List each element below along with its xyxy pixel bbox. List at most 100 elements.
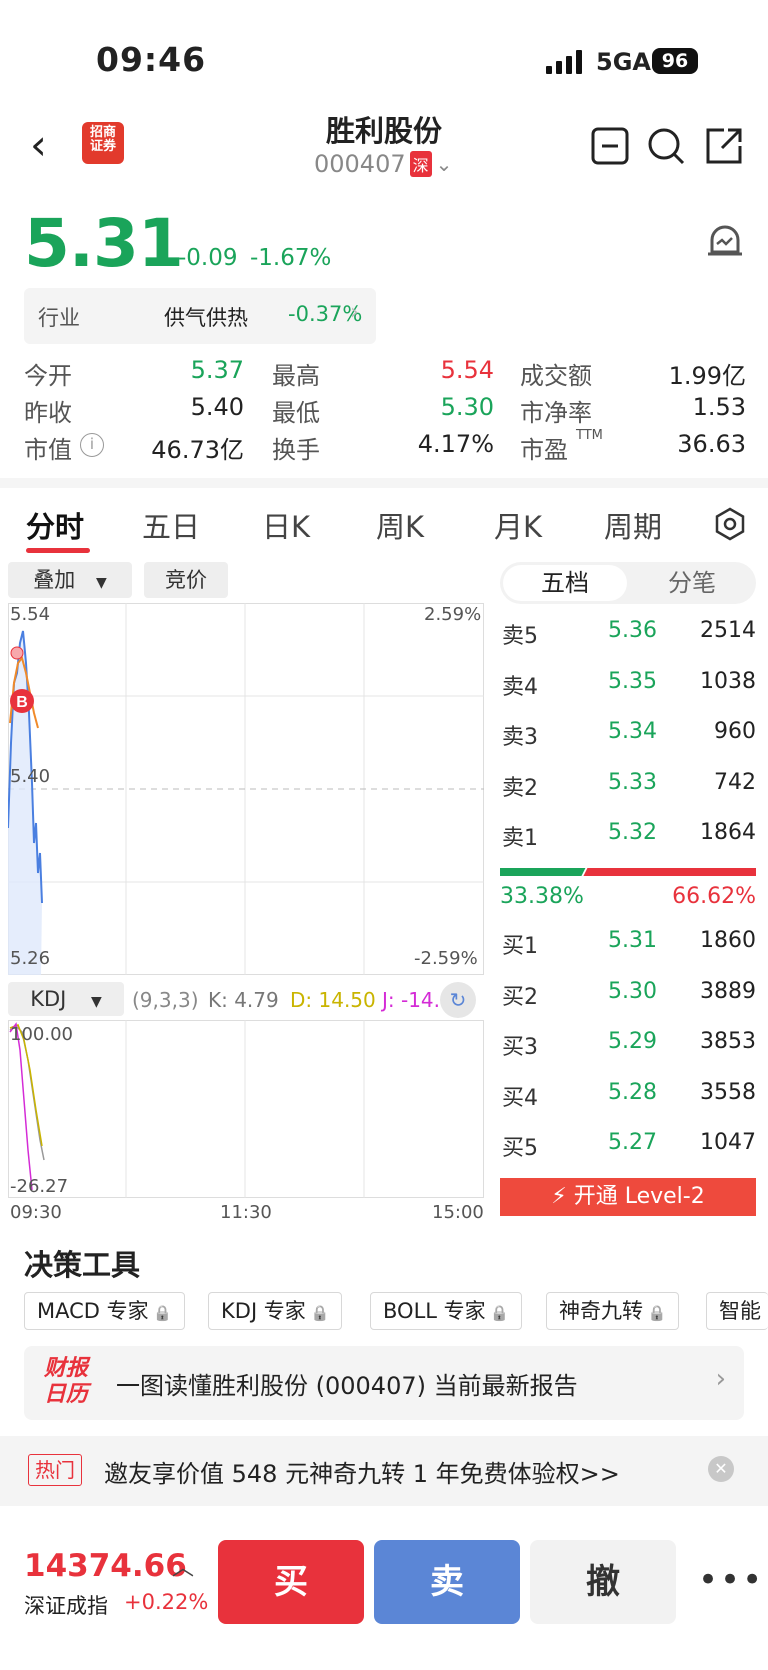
settings-icon[interactable] <box>712 506 748 542</box>
orderbook-row[interactable]: 买5 5.27 1047 <box>500 1130 756 1161</box>
orderbook-price: 5.31 <box>608 928 657 953</box>
tool-label: 神奇九转 <box>559 1299 643 1323</box>
orderbook-price: 5.32 <box>608 820 657 845</box>
orderbook-price: 5.30 <box>608 978 657 1004</box>
kdj-k-value: K: 4.79 <box>208 988 279 1012</box>
kdj-chart[interactable] <box>8 1020 484 1198</box>
orderbook-volume: 742 <box>714 769 756 795</box>
tab-1[interactable]: 五日 <box>142 504 200 546</box>
orderbook-volume: 960 <box>714 719 756 744</box>
promo-banner[interactable]: 热门 邀友享价值 548 元神奇九转 1 年免费体验权>> ✕ <box>0 1436 768 1506</box>
tab-3[interactable]: 周K <box>376 504 424 546</box>
orderbook-level: 买1 <box>502 934 538 959</box>
orderbook-row[interactable]: 卖5 5.36 2514 <box>500 618 756 649</box>
orderbook-toggle: 五档 分笔 <box>500 562 756 604</box>
orderbook-row[interactable]: 买3 5.29 3853 <box>500 1029 756 1060</box>
earnings-report-banner[interactable]: 财报 日历 一图读懂胜利股份 (000407) 当前最新报告 › <box>24 1346 744 1420</box>
orderbook-row[interactable]: 卖3 5.34 960 <box>500 719 756 750</box>
tool-chip[interactable]: BOLL 专家 🔒 <box>370 1292 523 1330</box>
share-icon[interactable] <box>704 126 744 166</box>
lock-icon: 🔒 <box>148 1304 173 1322</box>
tool-label: MACD 专家 <box>37 1299 149 1323</box>
orderbook-price: 5.29 <box>608 1029 657 1054</box>
indicator-label: KDJ <box>30 987 67 1011</box>
alert-bell-icon[interactable] <box>704 222 746 264</box>
tool-chip[interactable]: MACD 专家 🔒 <box>24 1292 186 1330</box>
orderbook-volume: 1864 <box>700 820 756 845</box>
orderbook-level: 卖3 <box>502 725 538 750</box>
tools-title: 决策工具 <box>24 1248 141 1282</box>
tab-0[interactable]: 分时 <box>26 504 84 546</box>
orderbook-volume: 1047 <box>700 1130 756 1155</box>
tab-five-levels[interactable]: 五档 <box>503 565 627 601</box>
intraday-chart[interactable]: B <box>8 603 484 975</box>
chevron-up-icon[interactable]: ︿ <box>172 1550 194 1582</box>
tool-chip[interactable]: 神奇九转 🔒 <box>546 1292 680 1330</box>
quote-value: 36.63 <box>677 430 746 458</box>
quote-label: 换手 <box>272 436 320 464</box>
tab-4[interactable]: 月K <box>494 504 542 546</box>
caret-down-icon: ▼ <box>91 994 102 1010</box>
orderbook-row[interactable]: 卖1 5.32 1864 <box>500 820 756 851</box>
orderbook-price: 5.35 <box>608 668 657 694</box>
tool-chip[interactable]: KDJ 专家 🔒 <box>208 1292 343 1330</box>
orderbook-level: 卖4 <box>502 674 538 700</box>
close-icon[interactable]: ✕ <box>708 1456 734 1482</box>
sell-ratio: 66.62% <box>672 884 756 909</box>
refresh-icon[interactable]: ↻ <box>440 982 476 1018</box>
orderbook-row[interactable]: 卖4 5.35 1038 <box>500 668 756 700</box>
chevron-right-icon: › <box>715 1364 726 1394</box>
caret-down-icon: ▼ <box>95 575 107 591</box>
orderbook-row[interactable]: 买2 5.30 3889 <box>500 978 756 1010</box>
orderbook-row[interactable]: 买1 5.31 1860 <box>500 928 756 959</box>
orderbook-volume: 3889 <box>700 978 756 1004</box>
overlay-dropdown[interactable]: 叠加 ▼ <box>8 562 132 598</box>
kdj-frame <box>8 1020 484 1198</box>
kdj-high-label: 100.00 <box>10 1024 73 1045</box>
battery-icon: 96 <box>652 48 698 74</box>
orderbook-level: 卖1 <box>502 826 538 851</box>
tool-label: 智能 <box>719 1299 761 1323</box>
more-icon[interactable]: ••• <box>698 1560 764 1600</box>
tab-ticks[interactable]: 分笔 <box>630 565 754 601</box>
orderbook-volume: 1860 <box>700 928 756 953</box>
orderbook-row[interactable]: 买4 5.28 3558 <box>500 1080 756 1111</box>
industry-bar[interactable]: 行业 供气供热 -0.37% › <box>24 288 376 344</box>
info-icon[interactable]: i <box>80 433 104 457</box>
report-text: 一图读懂胜利股份 (000407) 当前最新报告 <box>116 1372 578 1400</box>
chevron-down-icon: ⌄ <box>435 152 453 176</box>
x-label-close: 15:00 <box>432 1202 484 1223</box>
orderbook-price: 5.27 <box>608 1130 657 1155</box>
tab-2[interactable]: 日K <box>262 504 310 546</box>
quote-label: 市净率 <box>520 399 592 427</box>
lock-icon: 🔒 <box>485 1304 510 1322</box>
quote-label: 最高 <box>272 362 320 390</box>
quote-label: 成交额 <box>520 362 592 390</box>
index-value[interactable]: 14374.66 <box>24 1548 187 1584</box>
cancel-order-button[interactable]: 撤 <box>530 1540 676 1624</box>
indicator-dropdown[interactable]: KDJ ▼ <box>8 982 124 1016</box>
minimize-icon[interactable] <box>590 126 630 166</box>
tool-label: BOLL 专家 <box>383 1299 486 1323</box>
quote-value: 1.99亿 <box>668 362 746 390</box>
search-icon[interactable] <box>646 126 686 166</box>
index-name: 深证成指 <box>24 1594 108 1618</box>
orderbook-price: 5.33 <box>608 769 657 795</box>
y-low-label: 5.26 <box>10 948 51 969</box>
stock-code-selector[interactable]: 000407 深 ⌄ <box>314 150 452 178</box>
current-price: 5.31 <box>24 205 184 282</box>
trade-marker <box>10 646 24 660</box>
buy-button[interactable]: 买 <box>218 1540 364 1624</box>
tool-chip[interactable]: 智能 <box>706 1292 768 1330</box>
auction-button[interactable]: 竞价 <box>144 562 228 598</box>
market-badge: 深 <box>409 151 432 177</box>
industry-label: 行业 <box>38 306 80 330</box>
sell-button[interactable]: 卖 <box>374 1540 520 1624</box>
tab-5[interactable]: 周期 <box>604 504 662 546</box>
stock-code: 000407 <box>314 150 406 178</box>
price-change: -0.09 <box>178 245 238 271</box>
earnings-calendar-logo: 财报 日历 <box>44 1356 89 1407</box>
orderbook-row[interactable]: 卖2 5.33 742 <box>500 769 756 801</box>
level2-button[interactable]: ⚡ 开通 Level-2 <box>500 1178 756 1216</box>
lock-icon: 🔒 <box>305 1304 330 1322</box>
